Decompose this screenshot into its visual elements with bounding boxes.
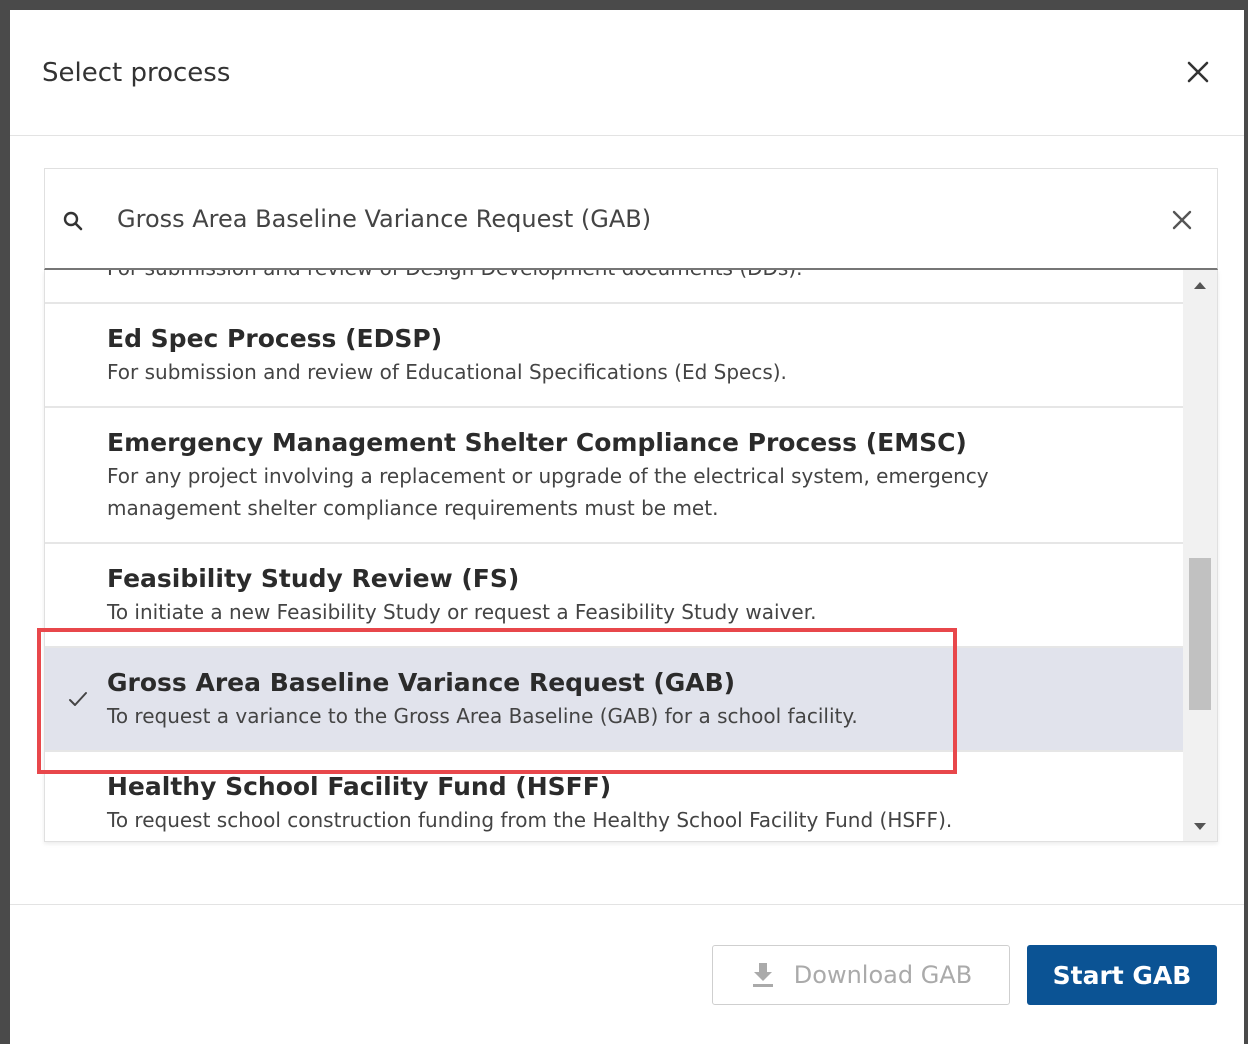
clear-icon [1172,210,1192,230]
start-button[interactable]: Start GAB [1027,945,1217,1005]
search-icon [63,211,83,231]
scroll-down-arrow-icon[interactable] [1194,823,1206,830]
process-name: Emergency Management Shelter Compliance … [107,428,967,457]
check-icon [69,692,87,706]
download-icon [752,963,773,987]
dialog-header: Select process [10,10,1244,136]
list-scrollbar[interactable] [1183,270,1217,841]
process-description: For any project involving a replacement … [107,464,989,520]
process-list-items: For submission and review of Design Deve… [45,270,1185,841]
dialog-title: Select process [42,58,231,88]
clear-search-button[interactable] [1169,207,1195,233]
dialog-footer: Download GAB Start GAB [10,904,1244,1044]
backdrop [0,0,10,1044]
download-button-label: Download GAB [793,961,973,989]
process-name: Ed Spec Process (EDSP) [107,324,443,353]
process-item-gab[interactable]: Gross Area Baseline Variance Request (GA… [45,648,1185,752]
process-item-fs[interactable]: Feasibility Study Review (FS) To initiat… [45,544,1185,648]
process-description: For submission and review of Educational… [107,360,787,384]
download-button[interactable]: Download GAB [712,945,1010,1005]
backdrop [0,0,1248,10]
search-input[interactable] [117,199,1117,239]
select-process-dialog: Select process For submission and review… [10,10,1244,1044]
search-box [44,168,1218,270]
scrollbar-thumb[interactable] [1189,558,1211,710]
process-item-edsp[interactable]: Ed Spec Process (EDSP) For submission an… [45,304,1185,408]
process-name: Feasibility Study Review (FS) [107,564,520,593]
process-name: Healthy School Facility Fund (HSFF) [107,772,612,801]
close-icon [1187,61,1209,83]
process-list: For submission and review of Design Deve… [44,270,1218,842]
process-item-hsff[interactable]: Healthy School Facility Fund (HSFF) To r… [45,752,1185,841]
process-name: Gross Area Baseline Variance Request (GA… [107,668,736,697]
process-description: To request school construction funding f… [107,808,953,832]
backdrop [1244,0,1248,1044]
process-item-dd[interactable]: For submission and review of Design Deve… [45,270,1185,304]
process-description: To request a variance to the Gross Area … [107,704,858,728]
process-description: For submission and review of Design Deve… [107,270,1185,284]
process-item-emsc[interactable]: Emergency Management Shelter Compliance … [45,408,1185,544]
process-description: To initiate a new Feasibility Study or r… [107,600,817,624]
close-button[interactable] [1182,56,1214,88]
scroll-up-arrow-icon[interactable] [1194,282,1206,289]
